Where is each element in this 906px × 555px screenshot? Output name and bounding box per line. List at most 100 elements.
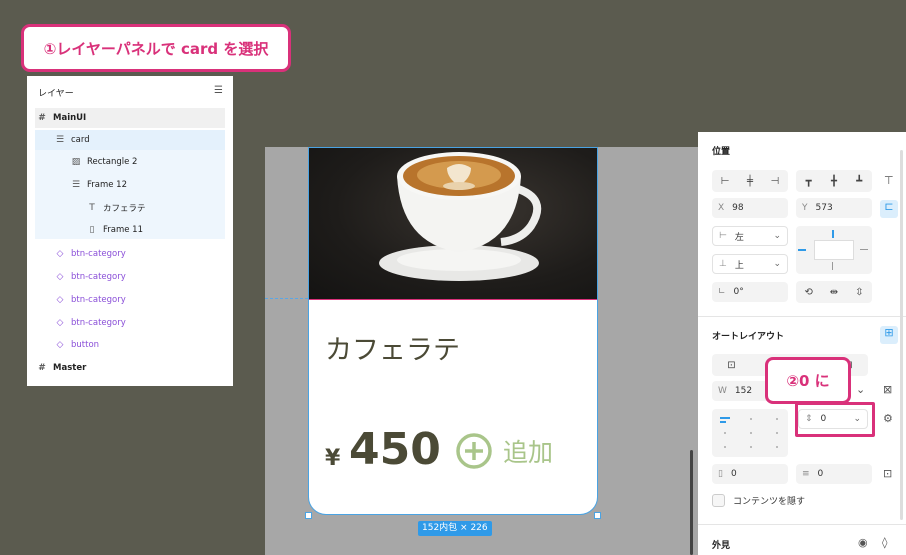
appearance-section-title: 外見: [712, 541, 731, 551]
layer-item-cafe-latte-text[interactable]: T カフェラテ: [35, 198, 225, 218]
layer-item-btn-category[interactable]: ◇ btn-category: [35, 244, 225, 264]
layer-item-btn-category[interactable]: ◇ btn-category: [35, 313, 225, 333]
layer-label: button: [71, 340, 100, 350]
x-label: X: [718, 203, 725, 213]
panel-scrollbar[interactable]: [900, 150, 903, 520]
currency-symbol: ¥: [325, 446, 341, 471]
constraint-widget[interactable]: [796, 226, 872, 274]
align-middle-icon[interactable]: ╋: [831, 176, 837, 187]
component-instance-icon: ◇: [56, 295, 64, 305]
rotation-icon: ∟: [718, 287, 726, 297]
layout-freeform-icon[interactable]: ⊡: [727, 360, 735, 371]
layer-label: btn-category: [71, 295, 126, 305]
layers-header: レイヤー: [38, 89, 74, 99]
horizontal-constraint-select[interactable]: ⊢ 左 ⌄: [712, 226, 788, 246]
layer-label: Master: [53, 363, 87, 373]
section-divider: [698, 524, 906, 525]
component-instance-icon: ◇: [56, 318, 64, 328]
canvas-scrollbar[interactable]: [690, 450, 693, 555]
clip-content-row[interactable]: コンテンツを隠す: [712, 494, 805, 507]
align-left-icon[interactable]: ⊢: [721, 176, 730, 187]
resize-handle-bottom-right[interactable]: [594, 512, 601, 519]
layer-item-card[interactable]: ☰ card: [35, 130, 225, 150]
alignment-grid[interactable]: [712, 409, 788, 457]
frame-hash-icon: #: [38, 363, 46, 373]
layer-item-rectangle-2[interactable]: ▨ Rectangle 2: [35, 152, 225, 172]
v-constraint-value: 上: [734, 260, 744, 271]
gap-field-highlight: [795, 402, 875, 437]
text-icon: T: [89, 203, 95, 213]
list-view-icon[interactable]: ☰: [214, 85, 223, 96]
autolayout-toggle-icon[interactable]: ⊞: [880, 326, 898, 344]
align-center-h-icon[interactable]: ╪: [747, 176, 753, 187]
resize-handle-bottom-left[interactable]: [305, 512, 312, 519]
chevron-down-icon: ⌄: [773, 259, 781, 269]
rotation-value: 0°: [733, 287, 744, 297]
layer-label: btn-category: [71, 249, 126, 259]
layer-label: Frame 12: [87, 180, 128, 190]
add-button[interactable]: 追加: [455, 432, 553, 470]
v-padding-icon: ≡: [802, 469, 810, 479]
instruction-callout-1: ①レイヤーパネルで card を選択: [21, 24, 291, 72]
align-top-icon[interactable]: ┳: [806, 176, 812, 187]
component-instance-icon: ◇: [56, 272, 64, 282]
horizontal-padding-field[interactable]: ▯ 0: [712, 464, 788, 484]
autolayout-frame-icon: ▯: [89, 225, 95, 235]
layer-label: Frame 11: [103, 225, 144, 235]
instruction-callout-2: ②0 に: [765, 357, 851, 404]
horizontal-align-group[interactable]: ⊢ ╪ ⊣: [712, 170, 788, 192]
layer-item-master[interactable]: # Master: [35, 358, 225, 378]
eye-icon[interactable]: ◉: [858, 536, 868, 549]
vertical-align-group[interactable]: ┳ ╋ ┻: [796, 170, 872, 192]
transform-group[interactable]: ⟲ ⇹ ⇳: [796, 281, 872, 303]
layer-item-btn-category[interactable]: ◇ btn-category: [35, 290, 225, 310]
drop-icon[interactable]: ◊: [882, 536, 887, 549]
autolayout-section-title: オートレイアウト: [712, 332, 785, 342]
position-section-title: 位置: [712, 147, 731, 157]
price-value: 450: [349, 424, 441, 475]
clip-content-checkbox[interactable]: [712, 494, 725, 507]
flip-vertical-icon[interactable]: ⇳: [855, 287, 863, 298]
layer-item-btn-category[interactable]: ◇ btn-category: [35, 267, 225, 287]
layers-panel: レイヤー ☰ # MainUI ☰ card ▨ Rectangle 2 ☰ F…: [27, 76, 233, 386]
autolayout-frame-icon: ☰: [71, 180, 81, 190]
layer-item-frame-12[interactable]: ☰ Frame 12: [35, 175, 225, 195]
resize-to-fit-icon[interactable]: ⊠: [883, 383, 892, 396]
chevron-down-icon: ⌄: [773, 231, 781, 241]
y-value: 573: [815, 203, 833, 213]
layer-label: Rectangle 2: [87, 157, 138, 167]
clip-content-label: コンテンツを隠す: [733, 497, 806, 507]
layer-label: MainUI: [53, 113, 87, 123]
layer-item-frame-11[interactable]: ▯ Frame 11: [35, 220, 225, 240]
x-position-field[interactable]: X 98: [712, 198, 788, 218]
distribute-icon[interactable]: ⊤: [884, 174, 894, 187]
layer-item-button[interactable]: ◇ button: [35, 335, 225, 355]
card-frame[interactable]: カフェラテ ¥ 450 追加: [308, 147, 598, 515]
plus-circle-icon: [456, 433, 492, 469]
w-label: W: [718, 386, 727, 396]
layer-label: btn-category: [71, 318, 126, 328]
align-bottom-icon[interactable]: ┻: [856, 176, 862, 187]
h-constraint-icon: ⊢: [719, 231, 727, 241]
vertical-padding-field[interactable]: ≡ 0: [796, 464, 872, 484]
y-position-field[interactable]: Y 573: [796, 198, 872, 218]
layer-item-mainui[interactable]: # MainUI: [35, 108, 225, 128]
align-right-icon[interactable]: ⊣: [771, 176, 780, 187]
autolayout-frame-icon: ☰: [55, 135, 65, 145]
vertical-constraint-select[interactable]: ⊥ 上 ⌄: [712, 254, 788, 274]
flip-horizontal-icon[interactable]: ⇹: [830, 287, 838, 298]
individual-padding-icon[interactable]: ⊡: [883, 467, 892, 480]
component-instance-icon: ◇: [56, 340, 64, 350]
chevron-down-icon[interactable]: ⌄: [856, 383, 865, 396]
advanced-settings-icon[interactable]: ⚙: [883, 412, 893, 425]
x-value: 98: [732, 203, 744, 213]
rotation-field[interactable]: ∟ 0°: [712, 282, 788, 302]
h-padding-icon: ▯: [718, 469, 723, 479]
layer-label: btn-category: [71, 272, 126, 282]
constraints-toggle-icon[interactable]: ⊏: [880, 200, 898, 218]
coffee-cup-illustration: [379, 152, 542, 281]
properties-panel: 位置 ⊢ ╪ ⊣ ┳ ╋ ┻ ⊤ X 98 Y 573 ⊏ ⊢ 左 ⌄ ⊥ 上 …: [698, 132, 906, 555]
rotate-icon[interactable]: ⟲: [804, 287, 812, 298]
dimension-badge: 152内包 × 226: [418, 521, 492, 536]
add-button-label: 追加: [503, 438, 554, 467]
